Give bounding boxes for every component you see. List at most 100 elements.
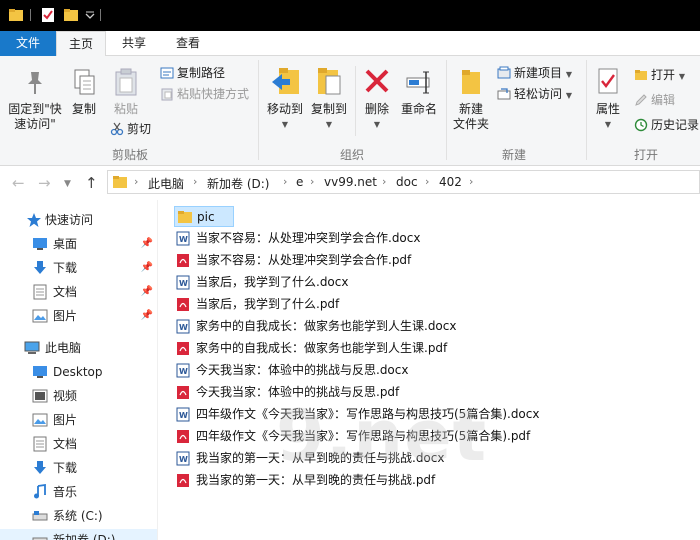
paste-label: 粘贴 [113, 102, 138, 116]
open-button[interactable]: 打开 ▼ [634, 66, 685, 84]
rename-button[interactable]: 重命名 [396, 66, 442, 117]
file-name: 当家后，我学到了什么.pdf [196, 297, 340, 311]
breadcrumb-item[interactable]: doc [396, 175, 418, 189]
title-bar [0, 0, 700, 31]
edit-button[interactable]: 编辑 [634, 91, 675, 109]
sidebar-item-pc-downloads[interactable]: 下载 [0, 457, 157, 479]
sidebar-item-label: 文档 [53, 285, 78, 299]
group-separator [258, 60, 259, 160]
chevron-down-icon: ▼ [325, 120, 333, 129]
folder-icon [177, 210, 193, 231]
breadcrumb-item[interactable]: vv99.net [324, 175, 377, 189]
breadcrumb-separator: › [469, 175, 474, 188]
sidebar-item-drive-d[interactable]: 新加卷 (D:) [0, 529, 157, 540]
tab-home[interactable]: 主页 [56, 31, 106, 57]
breadcrumb-separator: › [193, 175, 198, 188]
cut-button[interactable]: 剪切 [110, 120, 151, 138]
chevron-down-icon[interactable] [85, 7, 95, 23]
edit-icon [635, 94, 647, 106]
svg-text:W: W [179, 411, 188, 420]
copy-label: 复制 [71, 102, 96, 116]
new-item-button[interactable]: 新建项目 ▼ [497, 64, 572, 82]
file-name: 当家不容易：从处理冲突到学会合作.pdf [196, 253, 412, 267]
paste-shortcut-button[interactable]: 粘贴快捷方式 [160, 85, 249, 103]
paste-shortcut-label: 粘贴快捷方式 [177, 87, 250, 101]
address-bar[interactable]: › 此电脑 › 新加卷 (D:) › e › vv99.net › doc › … [107, 170, 700, 194]
sidebar-item-downloads[interactable]: 下载 📌 [0, 257, 157, 279]
sidebar-item-label: 下载 [53, 461, 78, 475]
history-icon [634, 118, 648, 132]
sidebar-item-pc-pictures[interactable]: 图片 [0, 409, 157, 431]
tab-share[interactable]: 共享 [110, 31, 158, 56]
sidebar-item-music[interactable]: 音乐 [0, 481, 157, 503]
word-document-icon: W [176, 319, 190, 341]
drive-icon [32, 537, 48, 540]
sidebar-item-pc-documents[interactable]: 文档 [0, 433, 157, 455]
chevron-down-icon: ▼ [678, 72, 685, 81]
ribbon: 固定到"快 速访问" 复制 粘贴 复制路径 粘贴快捷方式 剪切 剪贴板 移动到 … [0, 56, 700, 166]
tab-view[interactable]: 查看 [164, 31, 212, 56]
easy-access-button[interactable]: 轻松访问 ▼ [497, 85, 572, 103]
history-label: 历史记录 [651, 118, 700, 132]
sidebar-item-pc-desktop[interactable]: Desktop [0, 361, 157, 383]
move-to-button[interactable]: 移动到 ▼ [262, 66, 308, 132]
pin-icon: 📌 [140, 310, 153, 321]
pin-to-quick-access-button[interactable]: 固定到"快 速访问" [4, 68, 66, 132]
copy-to-icon [318, 68, 341, 95]
sidebar-item-label: 快速访问 [45, 213, 94, 227]
easy-access-icon [497, 88, 511, 100]
pdf-file-icon [176, 429, 190, 451]
history-button[interactable]: 历史记录 [634, 116, 699, 134]
sidebar-item-pictures[interactable]: 图片 📌 [0, 305, 157, 327]
new-folder-icon[interactable] [63, 7, 79, 23]
new-item-label: 新建项目 [514, 66, 563, 80]
copy-path-button[interactable]: 复制路径 [160, 64, 225, 82]
desktop-icon [33, 366, 47, 378]
properties-icon[interactable] [40, 7, 56, 23]
sidebar-item-desktop[interactable]: 桌面 📌 [0, 233, 157, 255]
file-row-folder[interactable]: pic [174, 206, 234, 227]
group-separator [355, 66, 356, 136]
desktop-icon [33, 238, 47, 250]
breadcrumb-separator: › [283, 175, 288, 188]
easy-access-label: 轻松访问 [514, 87, 563, 101]
recent-locations-chevron-icon[interactable]: ▼ [64, 179, 71, 189]
rename-label: 重命名 [400, 102, 437, 116]
tab-file[interactable]: 文件 [0, 31, 56, 56]
delete-label: 删除 [364, 102, 389, 116]
open-icon [635, 70, 647, 80]
copy-button[interactable]: 复制 [66, 68, 102, 117]
sidebar-item-this-pc[interactable]: 此电脑 [0, 337, 157, 359]
download-arrow-icon [34, 261, 46, 274]
forward-arrow-icon[interactable]: → [38, 174, 51, 192]
pin-icon: 📌 [140, 286, 153, 297]
pdf-file-icon [176, 473, 190, 495]
properties-button[interactable]: 属性 ▼ [590, 66, 626, 132]
navigation-pane: 快速访问 桌面 📌 下载 📌 文档 📌 图片 📌 此电脑 Desktop 视频 … [0, 200, 157, 540]
delete-button[interactable]: 删除 ▼ [360, 66, 394, 132]
sidebar-item-videos[interactable]: 视频 [0, 385, 157, 407]
paste-button[interactable]: 粘贴 [106, 68, 146, 117]
back-arrow-icon[interactable]: ← [12, 174, 25, 192]
delete-icon [365, 69, 389, 93]
pin-label-1: 固定到"快 [8, 102, 62, 116]
folder-icon [9, 9, 23, 21]
new-folder-button[interactable]: 新建 文件夹 [450, 66, 492, 132]
toolbar-separator [30, 9, 31, 21]
word-document-icon: W [176, 407, 190, 429]
up-arrow-icon[interactable]: ↑ [85, 174, 98, 192]
file-name: 当家后，我学到了什么.docx [196, 275, 349, 289]
pictures-icon [32, 309, 48, 323]
sidebar-item-label: 下载 [53, 261, 78, 275]
sidebar-item-documents[interactable]: 文档 📌 [0, 281, 157, 303]
breadcrumb-item[interactable]: 新加卷 (D:) [207, 175, 269, 192]
breadcrumb-item[interactable]: e [296, 175, 303, 189]
sidebar-item-drive-c[interactable]: 系统 (C:) [0, 505, 157, 527]
breadcrumb-item[interactable]: 402 [439, 175, 462, 189]
sidebar-item-label: 文档 [53, 437, 78, 451]
file-name: 家务中的自我成长：做家务也能学到人生课.pdf [196, 341, 448, 355]
breadcrumb-item[interactable]: 此电脑 [148, 175, 184, 192]
sidebar-item-quick-access[interactable]: 快速访问 [0, 209, 157, 231]
copy-to-button[interactable]: 复制到 ▼ [306, 66, 352, 132]
sidebar-item-label: 系统 (C:) [53, 509, 103, 523]
